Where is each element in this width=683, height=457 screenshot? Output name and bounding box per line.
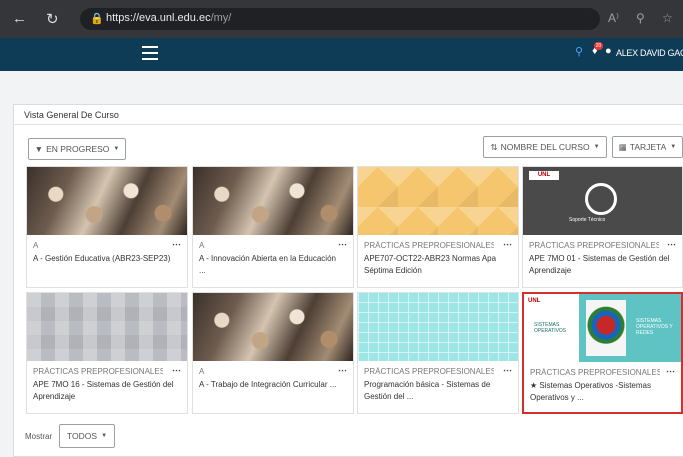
- view-dropdown[interactable]: ▦ TARJETA ▼: [612, 136, 683, 158]
- more-options-icon[interactable]: ⋯: [503, 239, 512, 250]
- filter-label: EN PROGRESO: [46, 144, 110, 154]
- course-category: PRÁCTICAS PREPROFESIONALES ...: [364, 367, 494, 376]
- course-image-banner: SISTEMAS OPERATIVOS Y REDES: [636, 318, 673, 336]
- sort-label: NOMBRE DEL CURSO: [500, 142, 590, 152]
- caret-down-icon: ▼: [670, 144, 677, 150]
- course-image: [193, 293, 353, 361]
- unl-logo: UNL: [528, 298, 541, 304]
- caret-down-icon: ▼: [101, 433, 108, 439]
- panel-divider: [13, 124, 683, 125]
- messages-icon[interactable]: ●: [605, 45, 612, 57]
- reader-mode-icon[interactable]: A⁾: [608, 11, 619, 25]
- notification-count-badge: 20: [594, 42, 603, 50]
- support-caption: Soporte Técnico: [569, 217, 606, 223]
- caret-down-icon: ▼: [593, 144, 600, 150]
- course-image: [193, 167, 353, 235]
- course-card[interactable]: A ⋯ A - Gestión Educativa (ABR23-SEP23): [26, 166, 188, 288]
- user-menu[interactable]: ALEX DAVID GAON: [616, 48, 683, 58]
- filter-dropdown[interactable]: ▼ EN PROGRESO ▼: [28, 138, 126, 160]
- support-logo-icon: [585, 183, 617, 215]
- course-category: PRÁCTICAS PREPROFESIONALES ...: [529, 241, 659, 250]
- caret-down-icon: ▼: [113, 146, 120, 152]
- course-category: A: [199, 367, 205, 376]
- course-image: UNL SISTEMAS OPERATIVOS SISTEMAS OPERATI…: [524, 294, 681, 362]
- menu-toggle-icon[interactable]: [142, 46, 158, 60]
- search-icon[interactable]: ⚲: [575, 45, 583, 58]
- course-image: [27, 167, 187, 235]
- course-card[interactable]: Soporte Técnico UNL PRÁCTICAS PREPROFESI…: [522, 166, 683, 288]
- course-card[interactable]: A ⋯ A - Trabajo de Integración Curricula…: [192, 292, 354, 414]
- reload-icon[interactable]: ↻: [46, 10, 59, 28]
- course-card[interactable]: PRÁCTICAS PREPROFESIONALES ... ⋯ Program…: [357, 292, 519, 414]
- grid-view-icon: ▦: [618, 141, 627, 152]
- course-name-link[interactable]: Programación básica - Sistemas de Gestió…: [364, 379, 509, 403]
- course-category: PRÁCTICAS PREPROFESIONALES ...: [530, 368, 660, 377]
- course-category: PRÁCTICAS PREPROFESIONALES ...: [364, 241, 494, 250]
- more-options-icon[interactable]: ⋯: [172, 365, 181, 376]
- favorite-star-icon[interactable]: ☆: [662, 11, 673, 25]
- course-card[interactable]: PRÁCTICAS PREPROFESIONALES ... ⋯ APE 7MO…: [26, 292, 188, 414]
- more-options-icon[interactable]: ⋯: [338, 239, 347, 250]
- more-options-icon[interactable]: ⋯: [666, 366, 675, 377]
- more-options-icon[interactable]: ⋯: [338, 365, 347, 376]
- course-name-link[interactable]: ★ Sistemas Operativos -Sistemas Operativ…: [530, 380, 675, 404]
- more-options-icon[interactable]: ⋯: [503, 365, 512, 376]
- url-text: https://eva.unl.edu.ec/my/: [106, 12, 232, 24]
- course-name-link[interactable]: APE 7MO 16 - Sistemas de Gestión del Apr…: [33, 379, 178, 403]
- show-count-dropdown[interactable]: TODOS ▼: [59, 424, 115, 448]
- view-label: TARJETA: [629, 142, 667, 152]
- course-name-link[interactable]: APE 7MO 01 - Sistemas de Gestión del Apr…: [529, 253, 674, 277]
- course-image: [358, 293, 518, 361]
- course-image-caption: SISTEMAS OPERATIVOS: [534, 322, 567, 334]
- browser-toolbar: ← ↻ 🔒 https://eva.unl.edu.ec/my/ A⁾ ⚲ ☆: [0, 0, 683, 38]
- course-name-link[interactable]: A - Trabajo de Integración Curricular ..…: [199, 379, 344, 391]
- panel-title: Vista General De Curso: [24, 110, 119, 120]
- course-card-selected[interactable]: UNL SISTEMAS OPERATIVOS SISTEMAS OPERATI…: [522, 292, 683, 414]
- course-name-link[interactable]: A - Innovación Abierta en la Educación .…: [199, 253, 344, 277]
- course-name-link[interactable]: A - Gestión Educativa (ABR23-SEP23): [33, 253, 178, 265]
- course-category: A: [33, 241, 39, 250]
- course-image: [27, 293, 187, 361]
- course-name-link[interactable]: APE707-OCT22-ABR23 Normas Apa Séptima Ed…: [364, 253, 509, 277]
- address-bar[interactable]: 🔒 https://eva.unl.edu.ec/my/: [80, 8, 600, 30]
- back-icon[interactable]: ←: [12, 10, 27, 27]
- zoom-icon[interactable]: ⚲: [636, 11, 645, 25]
- lock-icon: 🔒: [90, 13, 104, 25]
- course-image: [358, 167, 518, 235]
- course-category: A: [199, 241, 205, 250]
- sort-dropdown[interactable]: ⇅ NOMBRE DEL CURSO ▼: [483, 136, 607, 158]
- more-options-icon[interactable]: ⋯: [667, 239, 676, 250]
- course-image: Soporte Técnico UNL: [523, 167, 682, 235]
- sort-icon: ⇅: [490, 141, 498, 152]
- show-count-value: TODOS: [66, 431, 98, 441]
- more-options-icon[interactable]: ⋯: [172, 239, 181, 250]
- course-category: PRÁCTICAS PREPROFESIONALES ...: [33, 367, 163, 376]
- coat-of-arms-icon: [586, 300, 626, 356]
- course-card[interactable]: A ⋯ A - Innovación Abierta en la Educaci…: [192, 166, 354, 288]
- star-icon: ★: [530, 381, 540, 390]
- course-card[interactable]: PRÁCTICAS PREPROFESIONALES ... ⋯ APE707-…: [357, 166, 519, 288]
- filter-icon: ▼: [34, 144, 44, 154]
- show-label: Mostrar: [25, 432, 53, 441]
- unl-logo: UNL: [529, 171, 559, 180]
